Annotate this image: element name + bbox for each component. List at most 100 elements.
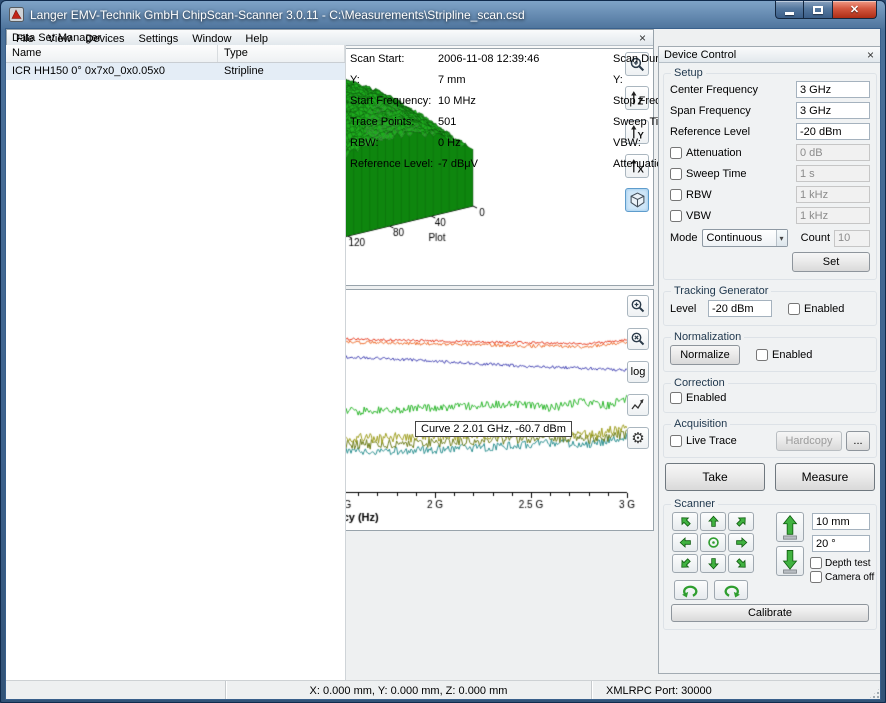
column-header-type[interactable]: Type	[218, 45, 345, 62]
setup-legend: Setup	[671, 67, 706, 79]
z-down-icon	[780, 548, 800, 574]
scanner-move-down-left-button[interactable]	[672, 554, 698, 573]
z-down-button[interactable]	[776, 546, 804, 576]
calibrate-button[interactable]: Calibrate	[671, 604, 869, 622]
depth-test-row: Depth test	[810, 557, 871, 569]
scanner-move-down-right-button[interactable]	[728, 554, 754, 573]
z-up-button[interactable]	[776, 512, 804, 542]
set-row: Set	[670, 250, 870, 274]
scanner-move-up-button[interactable]	[700, 512, 726, 531]
span-frequency-row: Span Frequency	[670, 100, 870, 121]
arrow-right-icon	[735, 536, 748, 549]
close-icon[interactable]: ×	[865, 49, 876, 61]
z-up-icon	[780, 514, 800, 540]
rbw-row: RBW	[670, 184, 870, 205]
minimize-icon	[785, 12, 794, 15]
reference-level-input[interactable]	[796, 123, 870, 140]
scan-info-value: 2006-11-08 12:39:46	[438, 53, 539, 65]
rotation-angle-input[interactable]	[812, 535, 870, 552]
scan-info-value: 7 mm	[438, 74, 466, 86]
close-icon: ✕	[850, 3, 859, 16]
reference-level-label: Reference Level	[670, 126, 792, 138]
sweep-time-checkbox[interactable]	[670, 168, 682, 180]
mode-select[interactable]: Continuous ▾	[702, 229, 788, 247]
attenuation-checkbox[interactable]	[670, 147, 682, 159]
rbw-input	[796, 186, 870, 203]
scanner-move-down-button[interactable]	[700, 554, 726, 573]
arrow-down-left-icon	[679, 557, 692, 570]
span-frequency-label: Span Frequency	[670, 105, 792, 117]
window-title: Langer EMV-Technik GmbH ChipScan-Scanner…	[30, 8, 525, 22]
scan-info-row: Trace Points:501	[350, 111, 613, 132]
vbw-label: VBW	[686, 210, 792, 222]
normalization-enabled-checkbox[interactable]	[756, 349, 768, 361]
scan-info-row: Y:7 mm	[350, 69, 613, 90]
scan-info-row: Scan Start:2006-11-08 12:39:46	[350, 48, 613, 69]
table-header-row: Name Type	[6, 45, 345, 63]
column-header-name[interactable]: Name	[6, 45, 218, 62]
scan-info-label: Reference Level:	[350, 158, 438, 170]
camera-off-checkbox[interactable]	[810, 571, 822, 583]
rotate-cw-button[interactable]	[714, 580, 748, 600]
mode-row: Mode Continuous ▾ Count	[670, 226, 870, 250]
close-button[interactable]: ✕	[832, 1, 877, 19]
tracking-enabled-checkbox[interactable]	[788, 303, 800, 315]
scanner-move-left-button[interactable]	[672, 533, 698, 552]
caption-buttons: ✕	[775, 1, 877, 19]
mode-label: Mode	[670, 232, 698, 244]
reference-level-row: Reference Level	[670, 121, 870, 142]
vbw-checkbox[interactable]	[670, 210, 682, 222]
attenuation-row: Attenuation	[670, 142, 870, 163]
sweep-time-row: Sweep Time	[670, 163, 870, 184]
rbw-checkbox[interactable]	[670, 189, 682, 201]
maximize-button[interactable]	[804, 1, 832, 19]
scan-info-col1: Scan Start:2006-11-08 12:39:46Y:7 mmStar…	[350, 48, 613, 696]
step-size-input[interactable]	[812, 513, 870, 530]
scanner-home-button[interactable]	[700, 533, 726, 552]
app-window: Langer EMV-Technik GmbH ChipScan-Scanner…	[0, 0, 886, 703]
correction-enabled-checkbox[interactable]	[670, 392, 682, 404]
correction-group: Correction Enabled	[663, 377, 877, 413]
attenuation-label: Attenuation	[686, 147, 792, 159]
take-button[interactable]: Take	[665, 463, 765, 491]
normalize-button[interactable]: Normalize	[670, 345, 740, 365]
vbw-input	[796, 207, 870, 224]
correction-legend: Correction	[671, 377, 728, 389]
arrow-down-right-icon	[735, 557, 748, 570]
center-frequency-input[interactable]	[796, 81, 870, 98]
sweep-time-input	[796, 165, 870, 182]
acquisition-row: Live Trace Hardcopy ...	[670, 430, 870, 452]
rotate-ccw-button[interactable]	[674, 580, 708, 600]
tracking-level-input[interactable]	[708, 300, 772, 317]
live-trace-label: Live Trace	[686, 435, 772, 447]
table-row[interactable]: ICR HH150 0° 0x7x0_0x0.05x0 Stripline	[6, 63, 345, 80]
minimize-button[interactable]	[775, 1, 804, 19]
depth-test-checkbox[interactable]	[810, 557, 822, 569]
arrow-up-icon	[707, 515, 720, 528]
scanner-move-up-left-button[interactable]	[672, 512, 698, 531]
tracking-generator-legend: Tracking Generator	[671, 285, 771, 297]
chevron-down-icon: ▾	[776, 230, 787, 246]
measure-button[interactable]: Measure	[775, 463, 875, 491]
normalization-group: Normalization Normalize Enabled	[663, 331, 877, 372]
arrow-up-left-icon	[679, 515, 692, 528]
status-cell-empty	[6, 681, 226, 700]
arrow-left-icon	[679, 536, 692, 549]
mode-value: Continuous	[707, 232, 763, 244]
set-button[interactable]: Set	[792, 252, 870, 272]
scanner-move-up-right-button[interactable]	[728, 512, 754, 531]
arrow-up-right-icon	[735, 515, 748, 528]
scanner-move-right-button[interactable]	[728, 533, 754, 552]
take-measure-row: Take Measure	[665, 463, 875, 491]
device-control-title: Device Control	[664, 49, 865, 61]
device-control-header: Device Control ×	[659, 47, 881, 63]
more-button[interactable]: ...	[846, 431, 870, 451]
center-frequency-label: Center Frequency	[670, 84, 792, 96]
hardcopy-button: Hardcopy	[776, 431, 842, 451]
vbw-row: VBW	[670, 205, 870, 226]
sweep-time-label: Sweep Time	[686, 168, 792, 180]
span-frequency-input[interactable]	[796, 102, 870, 119]
live-trace-checkbox[interactable]	[670, 435, 682, 447]
scanner-legend: Scanner	[671, 498, 718, 510]
camera-off-row: Camera off	[810, 571, 874, 583]
